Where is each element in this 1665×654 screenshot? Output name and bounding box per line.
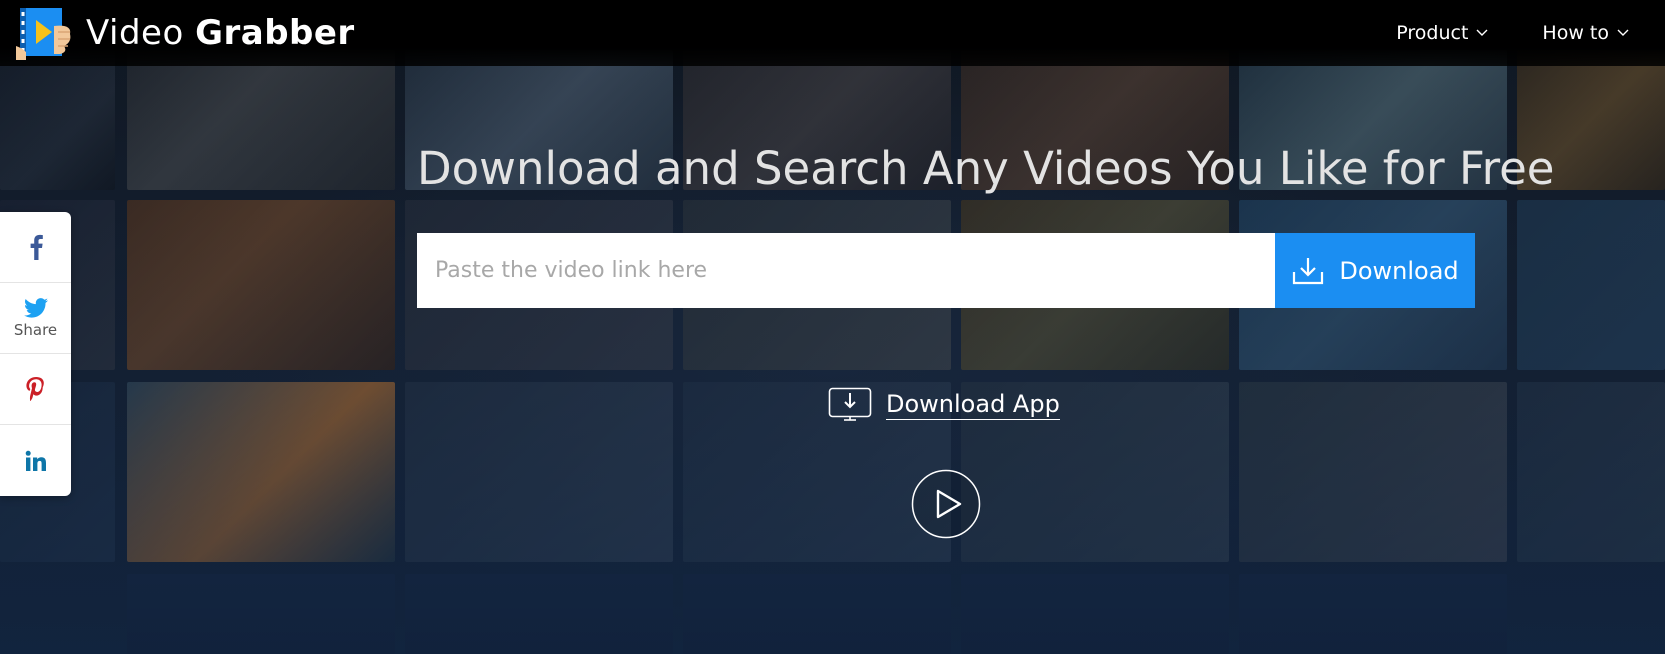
linkedin-icon	[25, 450, 46, 471]
video-link-input[interactable]	[417, 233, 1275, 308]
download-icon	[1293, 257, 1324, 284]
play-icon	[911, 469, 981, 539]
site-logo[interactable]: Video Grabber	[16, 6, 355, 60]
logo-text: Video Grabber	[86, 13, 355, 53]
social-share-bar: Share	[0, 212, 71, 496]
background-overlay	[0, 0, 1665, 654]
nav-product[interactable]: Product	[1396, 22, 1488, 44]
download-app-link[interactable]: Download App	[828, 387, 1060, 423]
main-nav: Product How to	[1396, 22, 1629, 44]
share-count-label: Share	[13, 320, 58, 339]
download-button[interactable]: Download	[1275, 233, 1475, 308]
share-facebook[interactable]	[0, 212, 71, 283]
share-pinterest[interactable]	[0, 354, 71, 425]
top-navigation-bar: Video Grabber Product How to	[0, 0, 1665, 66]
play-video-button[interactable]	[911, 469, 981, 539]
nav-product-label: Product	[1396, 22, 1469, 44]
monitor-download-icon	[828, 387, 872, 421]
download-app-label: Download App	[886, 390, 1060, 420]
share-linkedin[interactable]	[0, 425, 71, 496]
facebook-icon	[30, 234, 43, 260]
twitter-icon	[23, 297, 48, 318]
logo-text-light: Video	[86, 13, 184, 53]
pinterest-icon	[25, 377, 44, 401]
page: Video Grabber Product How to Download an…	[0, 0, 1665, 654]
logo-text-bold: Grabber	[195, 13, 355, 53]
nav-how-to-label: How to	[1542, 22, 1609, 44]
chevron-down-icon	[1617, 29, 1629, 36]
chevron-down-icon	[1476, 29, 1488, 36]
download-button-label: Download	[1339, 256, 1459, 285]
nav-how-to[interactable]: How to	[1542, 22, 1629, 44]
share-twitter[interactable]: Share	[0, 283, 71, 354]
url-download-form: Download	[417, 233, 1475, 308]
logo-icon	[16, 6, 74, 60]
hero-title: Download and Search Any Videos You Like …	[417, 142, 1555, 195]
